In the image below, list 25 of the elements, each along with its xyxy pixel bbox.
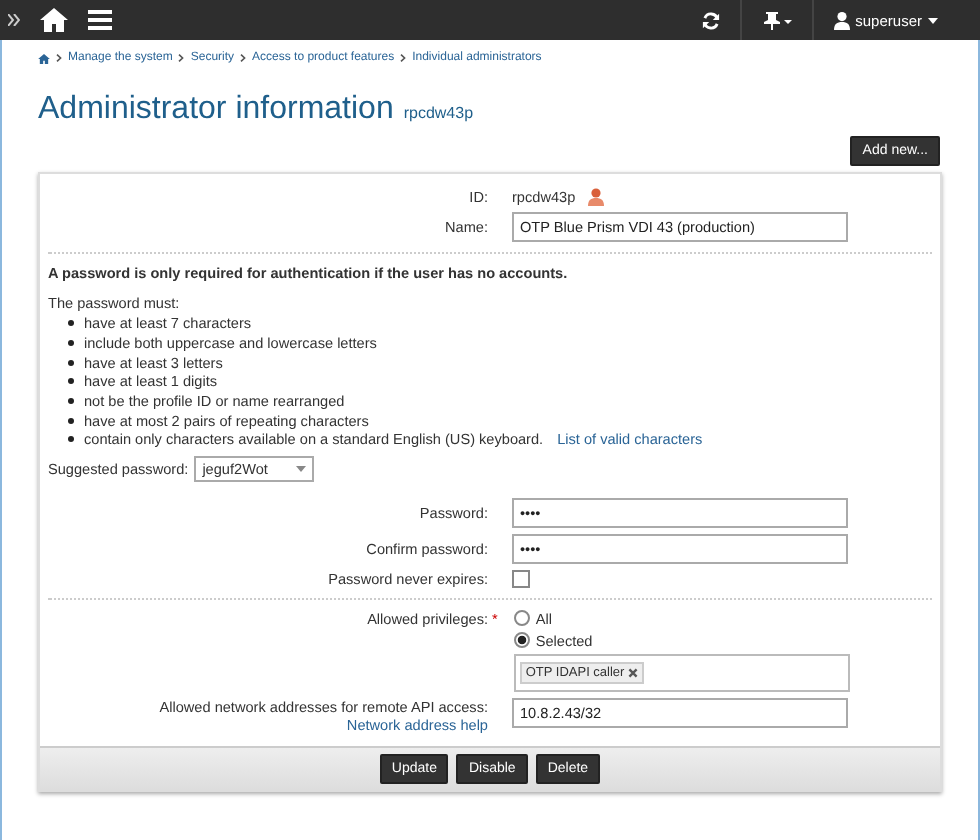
- chevron-icon: [56, 54, 62, 62]
- caret-icon: [928, 17, 938, 23]
- checkbox[interactable]: [512, 569, 530, 588]
- bullet-icon: [68, 436, 74, 443]
- remove-icon[interactable]: [628, 667, 639, 678]
- chevron-icon: [240, 54, 247, 62]
- pin-icon[interactable]: [761, 11, 792, 29]
- home-icon[interactable]: [38, 53, 50, 63]
- caret-icon: [296, 465, 307, 472]
- bullet-icon: [68, 417, 74, 424]
- bullet-icon: [68, 398, 74, 405]
- person-icon: [587, 188, 604, 206]
- bullet-icon: [68, 320, 74, 327]
- bullet-icon: [68, 359, 74, 366]
- chevron-icon: [178, 54, 185, 62]
- home-icon[interactable]: [40, 8, 68, 32]
- bullet-icon: [68, 340, 74, 347]
- refresh-icon[interactable]: [701, 11, 720, 29]
- user-icon: [833, 11, 850, 29]
- chevron-icon: [400, 54, 407, 62]
- menu-icon[interactable]: [88, 10, 112, 30]
- expand-icon[interactable]: [8, 14, 20, 26]
- page-subtitle: rpcdw43p: [403, 104, 474, 122]
- bullet-icon: [68, 378, 74, 385]
- page-title: Administrator information: [38, 92, 394, 128]
